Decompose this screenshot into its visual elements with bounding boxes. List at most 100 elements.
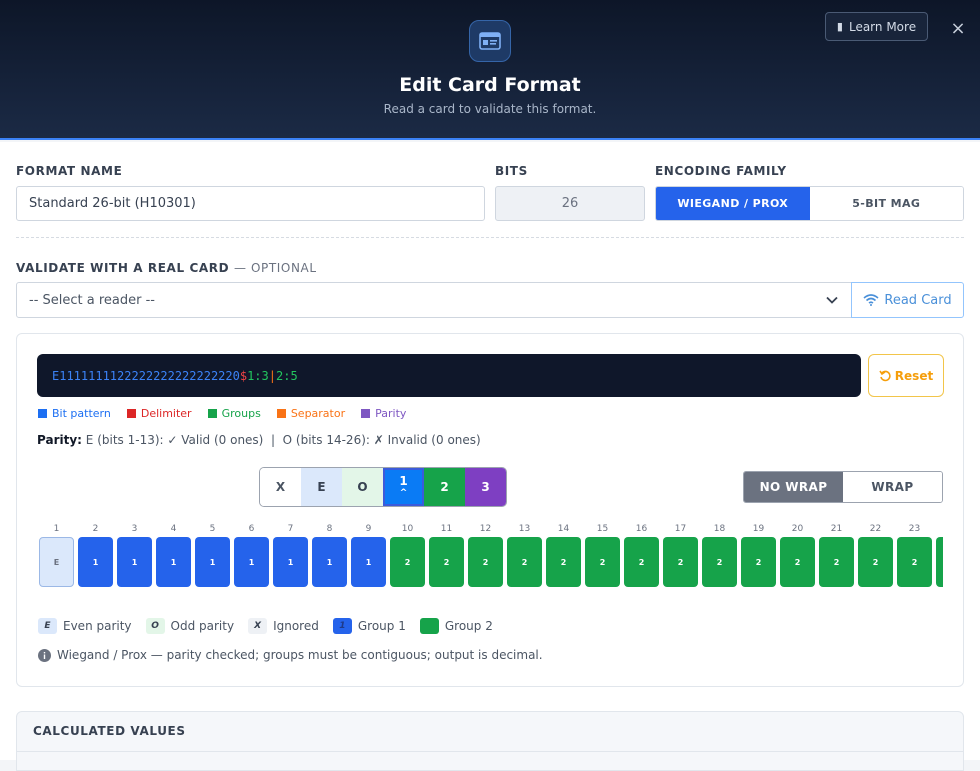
reader-select-value: -- Select a reader -- [29, 292, 155, 308]
bit-cell[interactable]: 2 [897, 537, 932, 587]
wifi-icon [863, 294, 879, 306]
bit-index: 19 [752, 524, 765, 534]
bit-cell[interactable]: 1 [156, 537, 191, 587]
bit-cell[interactable]: 2 [663, 537, 698, 587]
caret-up-icon: ^ [399, 488, 408, 498]
palette-group-3[interactable]: 3 [465, 468, 506, 506]
bit-cell[interactable]: 2 [546, 537, 581, 587]
key-item: X Ignored [248, 618, 319, 634]
wrap-toggle: NO WRAP WRAP [743, 471, 943, 503]
bit-cell[interactable]: 2 [624, 537, 659, 587]
key-item: O Odd parity [145, 618, 234, 634]
wrap-option[interactable]: WRAP [843, 472, 942, 502]
validate-label: VALIDATE WITH A REAL CARD — OPTIONAL [16, 261, 317, 275]
bit-cell[interactable]: 1 [273, 537, 308, 587]
bit-cell[interactable]: 2 [858, 537, 893, 587]
bit-cell[interactable]: 2 [507, 537, 542, 587]
reset-label: Reset [894, 368, 934, 383]
bit-index: 13 [518, 524, 531, 534]
bit-index: 10 [401, 524, 414, 534]
bit-index: 6 [248, 524, 255, 534]
bit-index: 23 [908, 524, 921, 534]
palette-group-1[interactable]: 1 ^ [383, 468, 424, 506]
encoding-family-label: ENCODING FAMILY [655, 164, 787, 178]
group2-badge [419, 618, 439, 634]
modal-header: Edit Card Format Read a card to validate… [0, 0, 980, 140]
pattern-bits: E1111111122222222222222220 [52, 368, 240, 383]
legend-item: Separator [276, 407, 345, 420]
bit-index: 2 [92, 524, 99, 534]
close-icon[interactable]: × [950, 18, 966, 39]
learn-more-button[interactable]: ▮ Learn More [825, 12, 928, 41]
bit-cell[interactable]: 2 [780, 537, 815, 587]
bit-cell[interactable]: 2 [702, 537, 737, 587]
format-editor-panel: E1111111122222222222222220 $1:3 | 2:5 Reset… [16, 333, 964, 687]
reset-button[interactable]: Reset [868, 354, 944, 397]
encoding-option-wiegand[interactable]: WIEGAND / PROX [656, 187, 810, 220]
bit-cell[interactable]: 2 [819, 537, 854, 587]
bit-cell[interactable]: 2 [390, 537, 425, 587]
bits-input[interactable]: 26 [495, 186, 645, 221]
bit-key: E Even parity O Odd parity X Ignored 1 Group… [38, 618, 493, 634]
format-note: Wiegand / Prox — parity checked; groups … [38, 648, 543, 662]
bit-cell[interactable]: 2 [585, 537, 620, 587]
bit-index: 4 [170, 524, 177, 534]
bit-cell[interactable]: 2 [936, 537, 943, 587]
bit-index: 9 [365, 524, 372, 534]
palette-group-2[interactable]: 2 [424, 468, 465, 506]
book-icon: ▮ [836, 20, 843, 33]
bit-index: 12 [479, 524, 492, 534]
legend-item: Parity [361, 407, 406, 420]
bit-index: 5 [209, 524, 216, 534]
info-icon [38, 648, 51, 662]
encoding-family-toggle: WIEGAND / PROX 5-BIT MAG [655, 186, 964, 221]
bit-cell[interactable]: 1 [78, 537, 113, 587]
bit-index: 7 [287, 524, 294, 534]
reader-select[interactable]: -- Select a reader -- [16, 282, 852, 318]
pattern-separator: | [268, 368, 276, 383]
bit-cell[interactable]: 1 [117, 537, 152, 587]
pattern-code-input[interactable]: E1111111122222222222222220 $1:3 | 2:5 [37, 354, 861, 397]
read-card-label: Read Card [884, 292, 952, 308]
legend-item: Groups [207, 407, 261, 420]
bit-index: 16 [635, 524, 648, 534]
divider [16, 237, 964, 238]
encoding-option-mag[interactable]: 5-BIT MAG [809, 187, 963, 220]
palette-ignored[interactable]: X [260, 468, 301, 506]
bit-cell[interactable]: 1 [312, 537, 347, 587]
bit-index: 21 [830, 524, 843, 534]
bit-cell[interactable]: 1 [351, 537, 386, 587]
legend-item: Bit pattern [38, 407, 111, 420]
pattern-delimiter: $ [239, 368, 248, 383]
bit-cell[interactable]: 1 [234, 537, 269, 587]
chevron-down-icon [826, 296, 838, 304]
bit-cell[interactable]: 2 [741, 537, 776, 587]
bits-label: BITS [495, 164, 528, 178]
format-note-text: Wiegand / Prox — parity checked; groups … [57, 648, 543, 662]
read-card-button[interactable]: Read Card [851, 282, 964, 318]
divider [17, 751, 963, 752]
bit-index: 3 [131, 524, 138, 534]
modal-body: FORMAT NAME Standard 26-bit (H10301) BIT… [0, 142, 980, 771]
id-card-icon [469, 20, 511, 62]
format-name-input[interactable]: Standard 26-bit (H10301) [16, 186, 485, 221]
bit-index: 8 [326, 524, 333, 534]
parity-status: Parity: E (bits 1-13): ✓ Valid (0 ones) … [37, 433, 481, 447]
modal-title: Edit Card Format [399, 74, 581, 96]
ignored-badge: X [248, 618, 268, 634]
bit-cell[interactable]: E [39, 537, 74, 587]
bit-cell[interactable]: 2 [468, 537, 503, 587]
pattern-legend: Bit pattern Delimiter Groups Separator P… [38, 407, 406, 420]
group1-badge: 1 [332, 618, 352, 634]
key-item: Group 2 [419, 618, 493, 634]
bit-index: 20 [791, 524, 804, 534]
no-wrap-option[interactable]: NO WRAP [744, 472, 843, 502]
palette-odd[interactable]: O [342, 468, 383, 506]
bit-index: 22 [869, 524, 882, 534]
palette-even[interactable]: E [301, 468, 342, 506]
pattern-group2: 2:5 [276, 368, 298, 383]
bit-type-palette: X E O 1 ^ 2 3 [259, 467, 507, 507]
bit-index: 18 [713, 524, 726, 534]
bit-cell[interactable]: 2 [429, 537, 464, 587]
bit-cell[interactable]: 1 [195, 537, 230, 587]
